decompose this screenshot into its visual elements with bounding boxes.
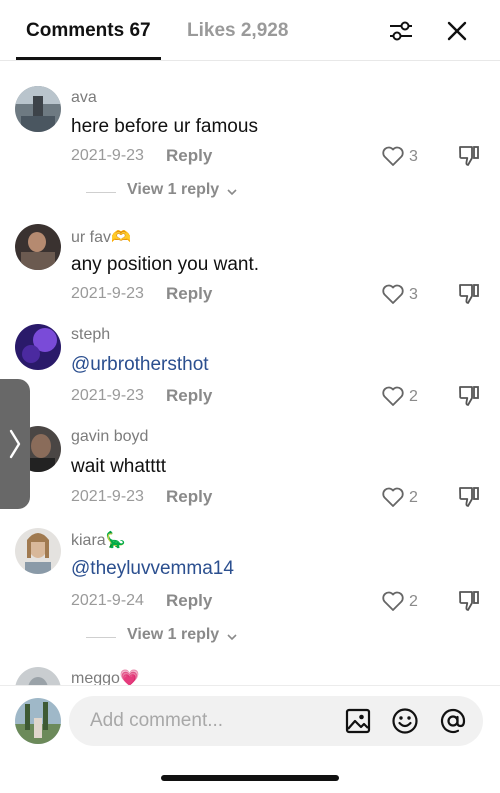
comment-item: ava here before ur famous 2021-9-23 Repl…	[0, 83, 500, 183]
comment-text: here before ur famous	[71, 116, 258, 137]
side-drawer-handle[interactable]	[0, 379, 30, 509]
avatar[interactable]	[15, 667, 61, 685]
thumbs-down-icon[interactable]	[457, 485, 481, 509]
like-count: 2	[409, 388, 418, 405]
comment-item: steph @urbrothersthot 2021-9-23 Reply 2	[0, 323, 500, 423]
heart-outline-icon[interactable]	[381, 590, 405, 612]
comment-text: any position you want.	[71, 254, 260, 275]
comment-username[interactable]: ava	[71, 89, 97, 107]
reply-button[interactable]: Reply	[166, 386, 212, 406]
reply-button[interactable]: Reply	[166, 284, 212, 304]
chevron-down-icon	[227, 189, 237, 196]
chevron-right-icon	[9, 429, 21, 459]
avatar[interactable]	[15, 224, 61, 270]
heart-outline-icon[interactable]	[381, 385, 405, 407]
view-replies-label: View 1 reply	[127, 181, 220, 198]
comment-input[interactable]: Add comment...	[69, 696, 483, 746]
home-indicator[interactable]	[161, 775, 339, 781]
like-count: 2	[409, 489, 418, 506]
like-count: 3	[409, 148, 418, 165]
comment-item: ur fav🫶 any position you want. 2021-9-23…	[0, 221, 500, 321]
smiley-icon[interactable]	[391, 707, 419, 735]
comment-text: wait whatttt	[71, 456, 167, 477]
avatar[interactable]	[15, 324, 61, 370]
thumbs-down-icon[interactable]	[457, 384, 481, 408]
comment-item: gavin boyd wait whatttt 2021-9-23 Reply …	[0, 425, 500, 525]
replies-divider	[86, 637, 116, 638]
view-replies-label: View 1 reply	[127, 626, 220, 643]
reply-button[interactable]: Reply	[166, 146, 212, 166]
comment-item: meggo💗	[0, 666, 500, 685]
tab-comments[interactable]: Comments 67	[26, 20, 151, 42]
comment-date: 2021-9-24	[71, 592, 144, 609]
comment-composer: Add comment...	[0, 685, 500, 793]
thumbs-down-icon[interactable]	[457, 144, 481, 168]
tab-likes[interactable]: Likes 2,928	[187, 20, 288, 42]
comment-date: 2021-9-23	[71, 285, 144, 302]
at-sign-icon[interactable]	[439, 707, 467, 735]
reply-button[interactable]: Reply	[166, 591, 212, 611]
comment-username[interactable]: meggo💗	[71, 668, 140, 685]
comments-header: Comments 67 Likes 2,928	[0, 0, 500, 61]
heart-outline-icon[interactable]	[381, 486, 405, 508]
active-tab-indicator	[16, 57, 161, 60]
comment-date: 2021-9-23	[71, 387, 144, 404]
previous-comment-cutoff	[0, 61, 500, 63]
comment-date: 2021-9-23	[71, 147, 144, 164]
comment-username[interactable]: kiara🦕	[71, 530, 126, 550]
comment-input-placeholder: Add comment...	[90, 710, 224, 731]
replies-divider	[86, 192, 116, 193]
like-count: 2	[409, 593, 418, 610]
avatar[interactable]	[15, 86, 61, 132]
comment-username[interactable]: gavin boyd	[71, 428, 148, 446]
sliders-icon[interactable]	[386, 16, 416, 46]
heart-outline-icon[interactable]	[381, 145, 405, 167]
close-icon[interactable]	[442, 16, 472, 46]
comment-mention-link[interactable]: @urbrothersthot	[71, 354, 209, 376]
reply-button[interactable]: Reply	[166, 487, 212, 507]
comment-username[interactable]: ur fav🫶	[71, 227, 131, 247]
heart-outline-icon[interactable]	[381, 283, 405, 305]
thumbs-down-icon[interactable]	[457, 589, 481, 613]
like-count: 3	[409, 286, 418, 303]
comment-item: kiara🦕 @theyluvvemma14 2021-9-24 Reply 2	[0, 526, 500, 626]
comment-date: 2021-9-23	[71, 488, 144, 505]
image-icon[interactable]	[344, 707, 372, 735]
thumbs-down-icon[interactable]	[457, 282, 481, 306]
comment-username[interactable]: steph	[71, 326, 110, 344]
avatar[interactable]	[15, 528, 61, 574]
chevron-down-icon	[227, 634, 237, 641]
avatar[interactable]	[15, 698, 61, 744]
comment-mention-link[interactable]: @theyluvvemma14	[71, 558, 234, 580]
comment-list[interactable]: ava here before ur famous 2021-9-23 Repl…	[0, 61, 500, 685]
